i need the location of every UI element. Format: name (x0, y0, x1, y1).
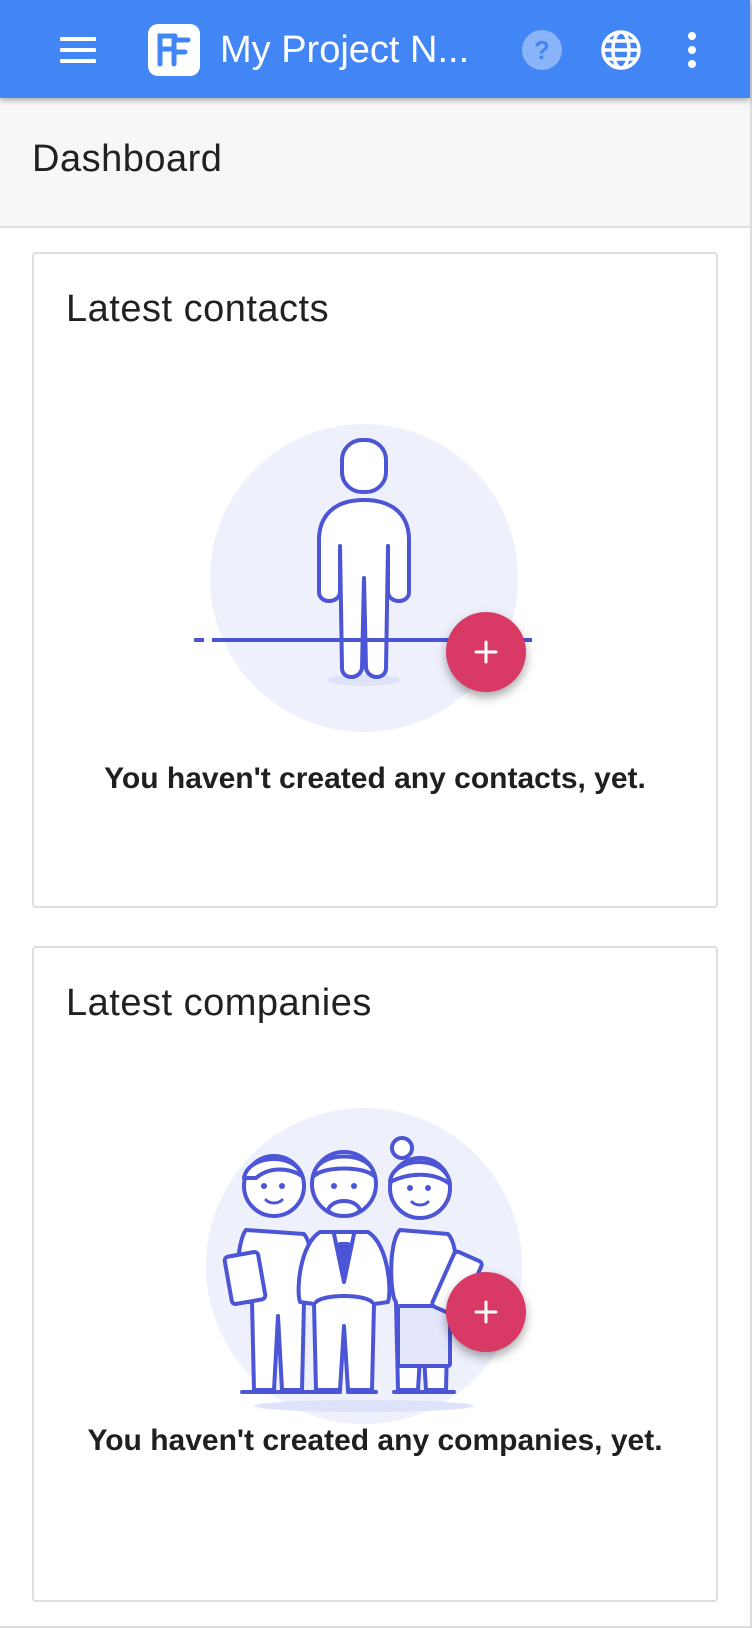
app-bar: My Project N... ? (0, 0, 750, 98)
menu-icon[interactable] (50, 24, 108, 74)
globe-icon[interactable] (598, 27, 644, 73)
more-vert-icon[interactable] (678, 26, 706, 74)
add-company-button[interactable] (446, 1272, 526, 1352)
card-title: Latest companies (66, 982, 372, 1024)
app-frame: My Project N... ? Dashboard Latest conta… (0, 0, 752, 1628)
svg-text:?: ? (534, 35, 550, 65)
latest-companies-card: Latest companies You haven't created any… (32, 946, 718, 1602)
latest-contacts-card: Latest contacts You haven't created any … (32, 252, 718, 908)
add-icon (474, 1300, 498, 1324)
app-title: My Project N... (220, 29, 470, 71)
page-header: Dashboard (0, 98, 750, 228)
add-contact-button[interactable] (446, 612, 526, 692)
person-illustration (184, 418, 564, 738)
app-logo-icon (148, 24, 200, 76)
help-icon[interactable]: ? (520, 28, 564, 72)
empty-contacts-message: You haven't created any contacts, yet. (104, 762, 646, 795)
page-title: Dashboard (32, 138, 223, 180)
card-title: Latest contacts (66, 288, 330, 330)
add-icon (474, 640, 498, 664)
team-illustration (184, 1106, 564, 1426)
empty-companies-message: You haven't created any companies, yet. (87, 1424, 663, 1457)
